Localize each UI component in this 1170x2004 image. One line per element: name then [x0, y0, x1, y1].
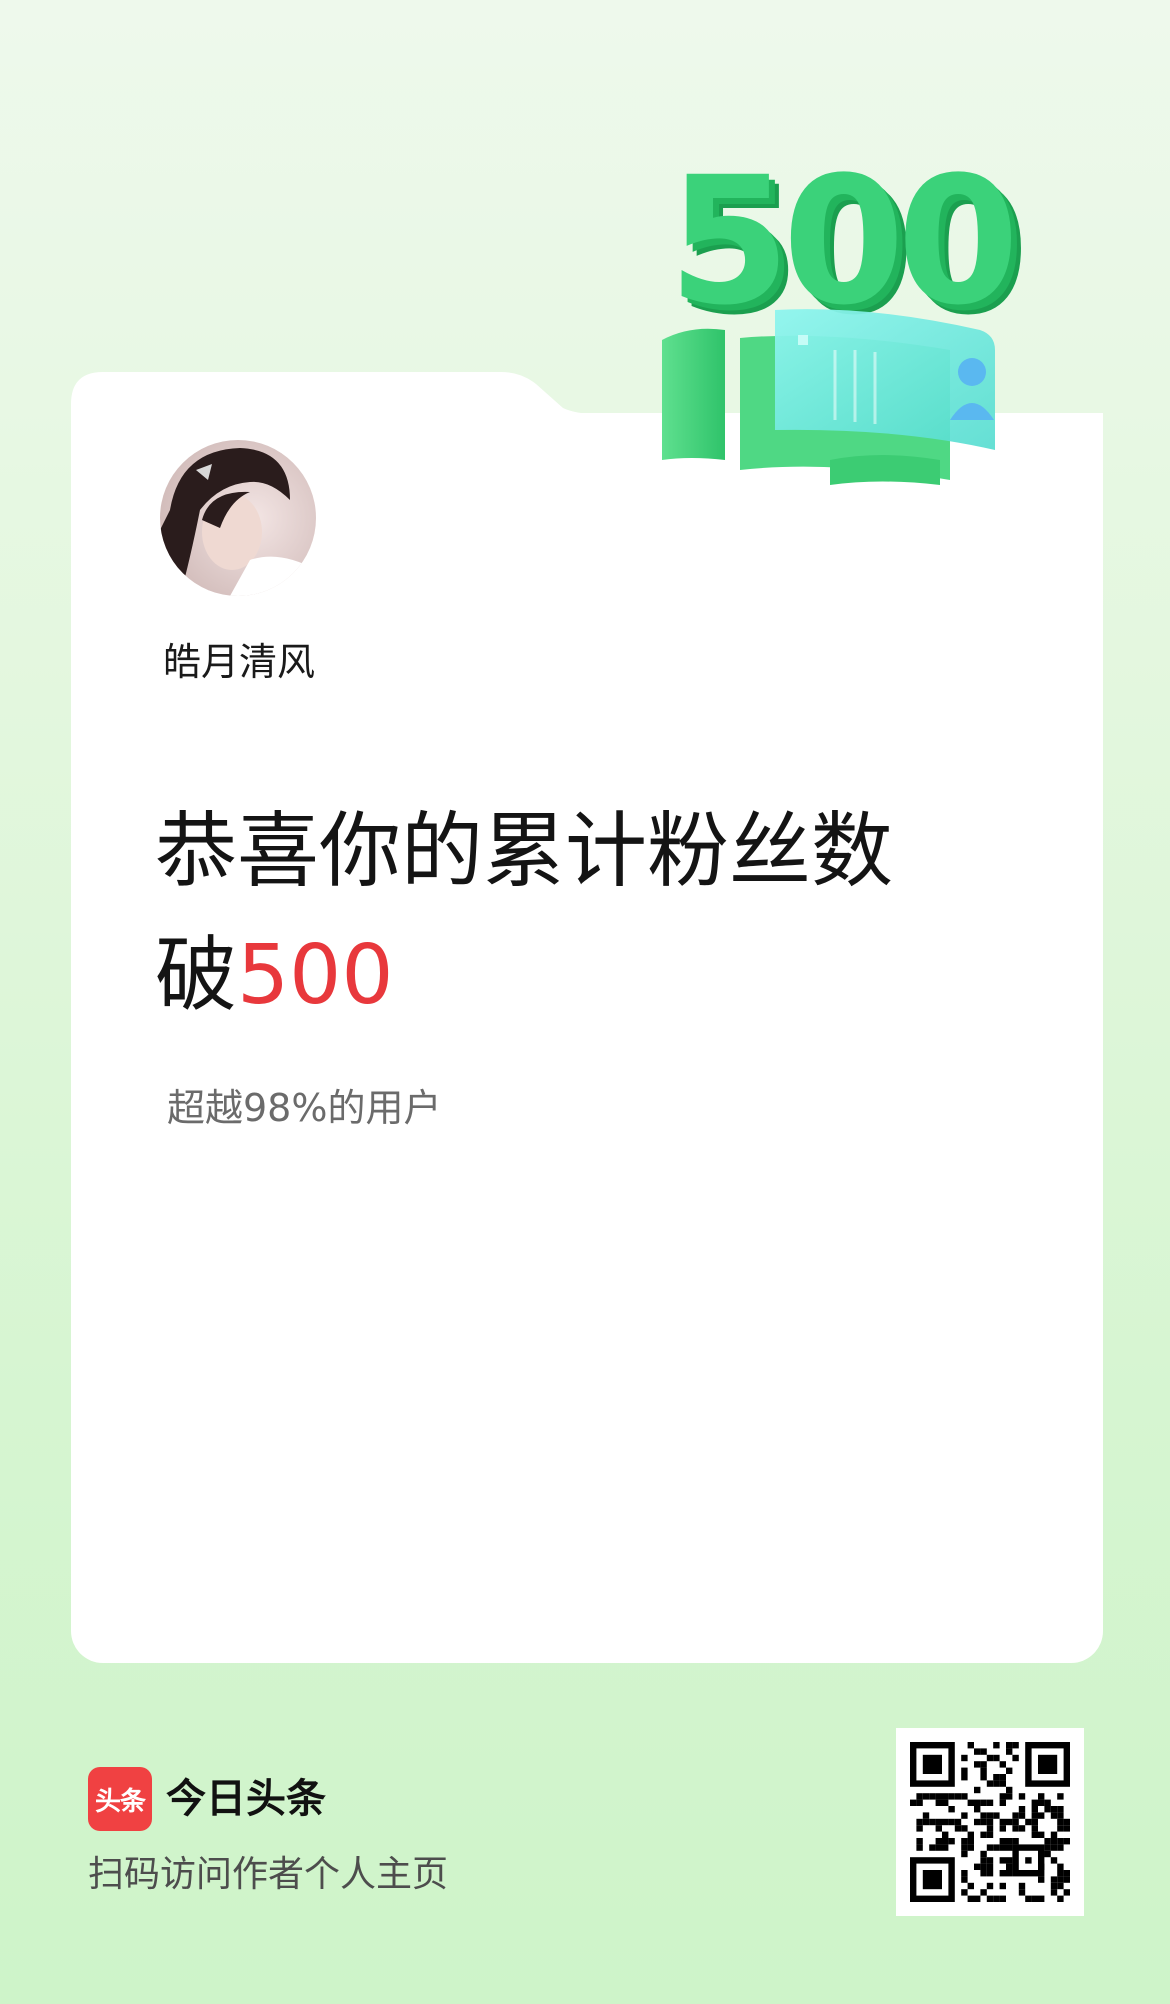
avatar-image: [160, 440, 316, 596]
username: 皓月清风: [163, 640, 316, 684]
milestone-headline: 恭喜你的累计粉丝数 破500: [155, 790, 893, 1038]
brand: 头条 今日头条: [88, 1767, 326, 1831]
avatar[interactable]: [160, 440, 316, 596]
brand-name: 今日头条: [166, 1776, 326, 1822]
headline-break-text: 破: [155, 928, 238, 1023]
qr-code-icon: [910, 1742, 1070, 1902]
follower-count: 500: [237, 928, 394, 1023]
toutiao-logo-icon: 头条: [88, 1767, 152, 1831]
milestone-card: [71, 413, 1103, 1663]
ribbon-badge-icon: [662, 309, 995, 485]
scan-caption: 扫码访问作者个人主页: [88, 1854, 449, 1895]
qr-code[interactable]: [896, 1728, 1084, 1916]
headline-text: 恭喜你的累计粉丝数: [155, 804, 894, 899]
percentile-text: 超越98%的用户: [167, 1086, 442, 1130]
